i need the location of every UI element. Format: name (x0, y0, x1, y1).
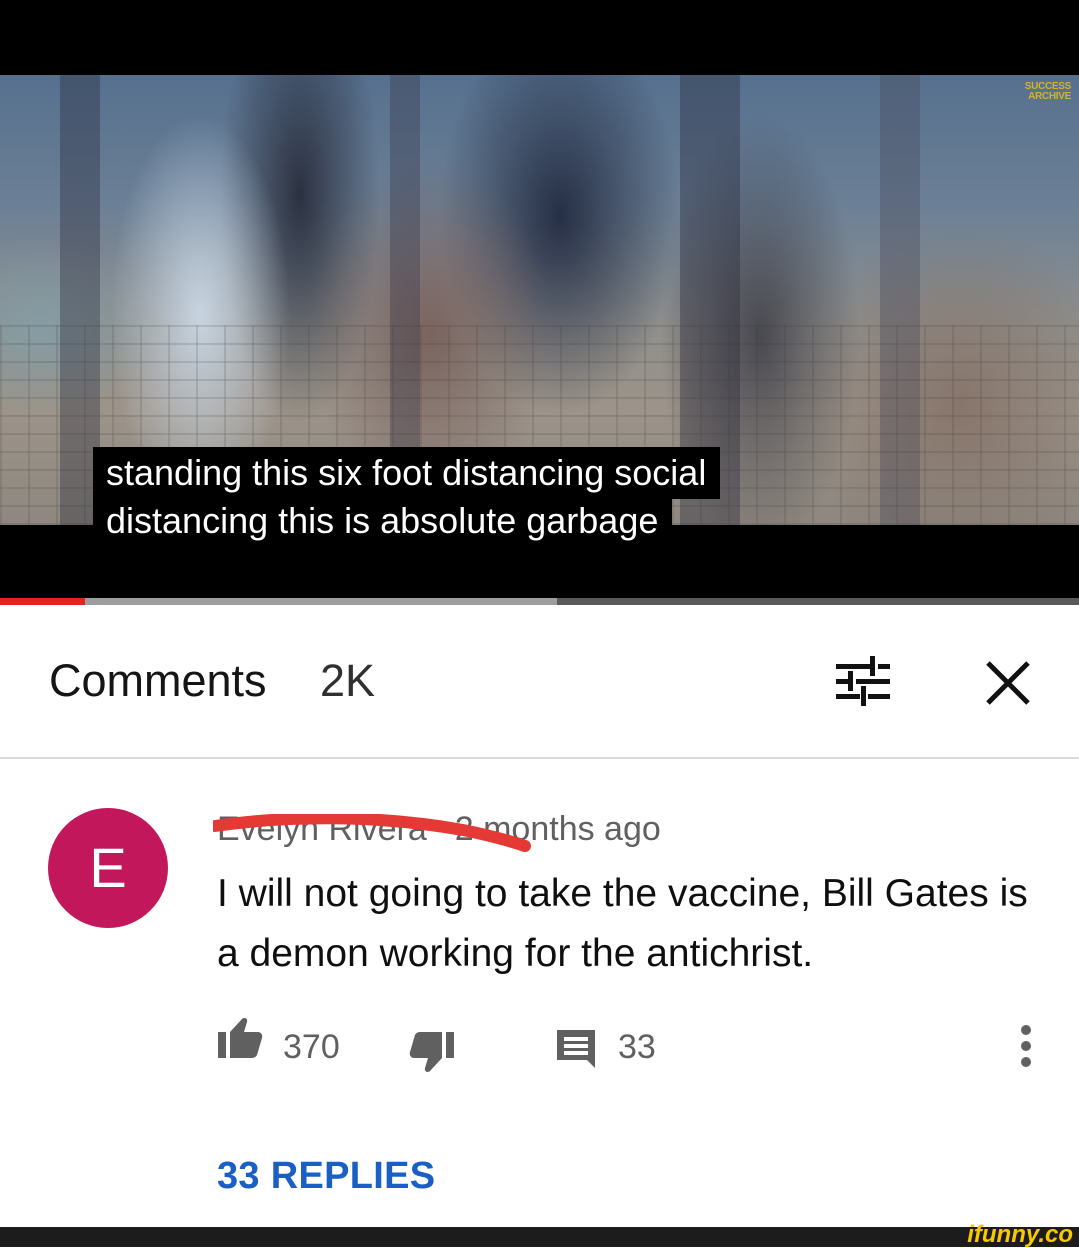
thumbs-up-icon (218, 1018, 263, 1058)
like-count: 370 (283, 1028, 340, 1066)
header-divider (0, 757, 1079, 759)
dislike-button[interactable] (408, 1030, 456, 1076)
comment-time: 2 months ago (454, 810, 661, 848)
comment-author[interactable]: Evelyn Rivera (217, 810, 427, 848)
comments-count: 2K (320, 655, 376, 706)
close-button[interactable] (980, 655, 1036, 711)
comment-reply-icon (557, 1030, 595, 1068)
progress-played[interactable] (0, 598, 85, 605)
comment-meta: Evelyn Rivera 2 months ago (217, 810, 661, 849)
more-options-button[interactable] (1010, 1024, 1042, 1070)
comments-title: Comments (49, 655, 267, 706)
avatar[interactable]: E (48, 808, 168, 928)
thumbs-down-icon (409, 1032, 454, 1072)
video-player[interactable]: SUCCESS ARCHIVE standing this six foot d… (0, 0, 1079, 605)
logo-line: ARCHIVE (1028, 91, 1071, 102)
view-replies-link[interactable]: 33 REPLIES (217, 1155, 435, 1198)
reply-button[interactable] (554, 1027, 598, 1071)
caption-line: distancing this is absolute garbage (93, 495, 673, 551)
close-icon (986, 661, 1030, 705)
comment-text: I will not going to take the vaccine, Bi… (217, 872, 1028, 975)
bottom-bar (0, 1227, 1079, 1247)
caption-line: standing this six foot distancing social (93, 447, 721, 499)
vertical-dots-icon (1021, 1025, 1031, 1067)
sort-filter-icon (836, 656, 890, 706)
video-caption: standing this six foot distancing social… (93, 447, 721, 551)
watermark: ifunny.co (967, 1221, 1073, 1248)
like-button[interactable] (216, 1016, 264, 1062)
sort-button[interactable] (830, 650, 896, 712)
channel-logo: SUCCESS ARCHIVE (1025, 82, 1072, 102)
reply-count: 33 (618, 1028, 656, 1066)
